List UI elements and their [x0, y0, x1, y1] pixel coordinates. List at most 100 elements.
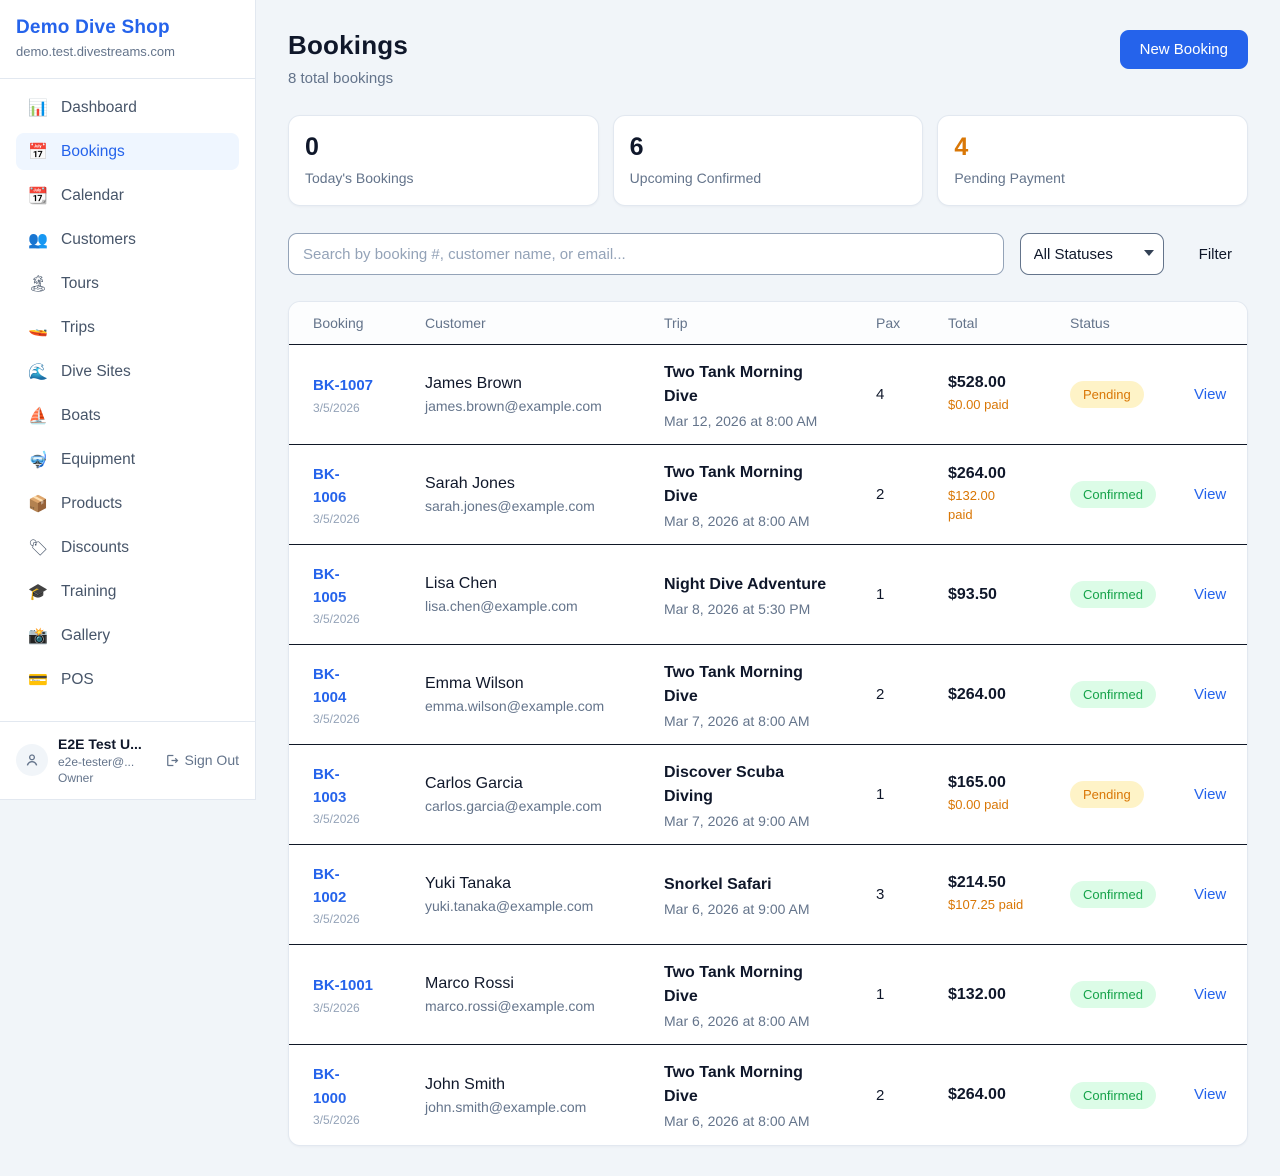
sidebar-item-bookings[interactable]: 📅 Bookings — [16, 133, 239, 170]
booking-date: 3/5/2026 — [313, 512, 425, 526]
actions-cell: View — [1194, 1086, 1226, 1104]
view-link[interactable]: View — [1194, 486, 1226, 503]
booking-date: 3/5/2026 — [313, 812, 425, 826]
trip-cell: Two Tank Morning Dive Mar 12, 2026 at 8:… — [664, 361, 876, 429]
view-link[interactable]: View — [1194, 786, 1226, 803]
user-meta: E2E Test U... e2e-tester@... Owner — [58, 735, 154, 786]
customer-cell: Yuki Tanaka yuki.tanaka@example.com — [425, 875, 664, 914]
customer-name: Sarah Jones — [425, 475, 664, 493]
trip-cell: Discover Scuba Diving Mar 7, 2026 at 9:0… — [664, 761, 876, 829]
pax-count: 1 — [876, 586, 948, 603]
booking-id-link[interactable]: BK- 1002 — [313, 863, 425, 910]
view-link[interactable]: View — [1194, 1086, 1226, 1103]
pax-count: 2 — [876, 486, 948, 503]
column-header-actions — [1194, 315, 1223, 331]
trip-datetime: Mar 12, 2026 at 8:00 AM — [664, 413, 876, 429]
paid-amount: $107.25 paid — [948, 896, 1070, 915]
trip-name: Two Tank Morning Dive — [664, 461, 876, 509]
trip-datetime: Mar 8, 2026 at 5:30 PM — [664, 601, 876, 617]
pax-count: 1 — [876, 786, 948, 803]
sidebar-item-trips[interactable]: 🚤 Trips — [16, 309, 239, 346]
sidebar-item-calendar[interactable]: 📆 Calendar — [16, 177, 239, 214]
user-icon — [24, 752, 40, 768]
trip-name: Snorkel Safari — [664, 873, 876, 897]
sidebar-item-pos[interactable]: 💳 POS — [16, 661, 239, 698]
column-header-customer: Customer — [425, 315, 664, 331]
trip-datetime: Mar 6, 2026 at 8:00 AM — [664, 1013, 876, 1029]
sidebar-item-gallery[interactable]: 📸 Gallery — [16, 617, 239, 654]
sidebar-item-equipment[interactable]: 🤿 Equipment — [16, 441, 239, 478]
sidebar-item-training[interactable]: 🎓 Training — [16, 573, 239, 610]
training-icon: 🎓 — [28, 582, 48, 602]
sidebar-item-boats[interactable]: ⛵ Boats — [16, 397, 239, 434]
equipment-icon: 🤿 — [28, 450, 48, 470]
status-badge: Confirmed — [1070, 881, 1156, 908]
actions-cell: View — [1194, 486, 1226, 504]
table-row: BK- 1004 3/5/2026 Emma Wilson emma.wilso… — [289, 645, 1247, 745]
booking-id-link[interactable]: BK- 1005 — [313, 563, 425, 610]
total-cell: $165.00 $0.00 paid — [948, 774, 1070, 815]
sidebar-item-tours[interactable]: 🏝 Tours — [16, 265, 239, 302]
sidebar-item-products[interactable]: 📦 Products — [16, 485, 239, 522]
trip-cell: Two Tank Morning Dive Mar 7, 2026 at 8:0… — [664, 661, 876, 729]
sidebar-item-customers[interactable]: 👥 Customers — [16, 221, 239, 258]
view-link[interactable]: View — [1194, 986, 1226, 1003]
sign-out-button[interactable]: Sign Out — [164, 752, 239, 768]
view-link[interactable]: View — [1194, 686, 1226, 703]
table-row: BK-1001 3/5/2026 Marco Rossi marco.rossi… — [289, 945, 1247, 1045]
sidebar-user: E2E Test U... e2e-tester@... Owner Sign … — [0, 721, 255, 799]
total-amount: $528.00 — [948, 374, 1070, 392]
booking-id-link[interactable]: BK- 1006 — [313, 463, 425, 510]
customer-email: emma.wilson@example.com — [425, 698, 664, 714]
sidebar-nav: 📊 Dashboard 📅 Bookings 📆 Calendar 👥 Cust… — [0, 79, 255, 721]
stat-label: Pending Payment — [954, 170, 1231, 186]
status-badge: Confirmed — [1070, 481, 1156, 508]
booking-id-link[interactable]: BK- 1000 — [313, 1063, 425, 1110]
booking-id-link[interactable]: BK-1001 — [313, 974, 425, 997]
paid-amount: $0.00 paid — [948, 396, 1070, 415]
sidebar-item-discounts[interactable]: 🏷 Discounts — [16, 529, 239, 566]
dive-sites-icon: 🌊 — [28, 362, 48, 382]
customer-name: James Brown — [425, 375, 664, 393]
table-body: BK-1007 3/5/2026 James Brown james.brown… — [289, 345, 1247, 1145]
status-cell: Pending — [1070, 381, 1194, 408]
booking-id-link[interactable]: BK- 1003 — [313, 763, 425, 810]
customer-name: Carlos Garcia — [425, 775, 664, 793]
view-link[interactable]: View — [1194, 386, 1226, 403]
customer-email: john.smith@example.com — [425, 1099, 664, 1115]
total-cell: $264.00 — [948, 686, 1070, 704]
trip-datetime: Mar 6, 2026 at 8:00 AM — [664, 1113, 876, 1129]
customer-name: Emma Wilson — [425, 675, 664, 693]
total-bookings-count: 8 total bookings — [288, 70, 408, 87]
trip-name: Discover Scuba Diving — [664, 761, 876, 809]
search-input[interactable] — [288, 233, 1004, 275]
new-booking-button[interactable]: New Booking — [1120, 30, 1248, 69]
actions-cell: View — [1194, 386, 1226, 404]
total-amount: $93.50 — [948, 586, 1070, 604]
booking-id-link[interactable]: BK- 1004 — [313, 663, 425, 710]
discounts-icon: 🏷 — [28, 538, 48, 558]
view-link[interactable]: View — [1194, 586, 1226, 603]
pax-count: 3 — [876, 886, 948, 903]
avatar — [16, 744, 48, 776]
shop-name[interactable]: Demo Dive Shop — [16, 17, 239, 39]
bookings-table: Booking Customer Trip Pax Total Status B… — [288, 301, 1248, 1146]
sidebar-item-dive-sites[interactable]: 🌊 Dive Sites — [16, 353, 239, 390]
sidebar-item-dashboard[interactable]: 📊 Dashboard — [16, 89, 239, 126]
total-amount: $165.00 — [948, 774, 1070, 792]
booking-date: 3/5/2026 — [313, 912, 425, 926]
booking-id-link[interactable]: BK-1007 — [313, 374, 425, 397]
view-link[interactable]: View — [1194, 886, 1226, 903]
total-cell: $214.50 $107.25 paid — [948, 874, 1070, 915]
stat-value: 4 — [954, 133, 1231, 162]
total-cell: $132.00 — [948, 986, 1070, 1004]
table-row: BK- 1006 3/5/2026 Sarah Jones sarah.jone… — [289, 445, 1247, 545]
total-amount: $132.00 — [948, 986, 1070, 1004]
status-select[interactable]: All Statuses — [1020, 233, 1164, 275]
filter-button[interactable]: Filter — [1199, 246, 1232, 263]
status-select-wrap: All Statuses — [1020, 233, 1164, 275]
pax-count: 2 — [876, 686, 948, 703]
actions-cell: View — [1194, 686, 1226, 704]
trip-datetime: Mar 7, 2026 at 8:00 AM — [664, 713, 876, 729]
column-header-pax: Pax — [876, 315, 948, 331]
